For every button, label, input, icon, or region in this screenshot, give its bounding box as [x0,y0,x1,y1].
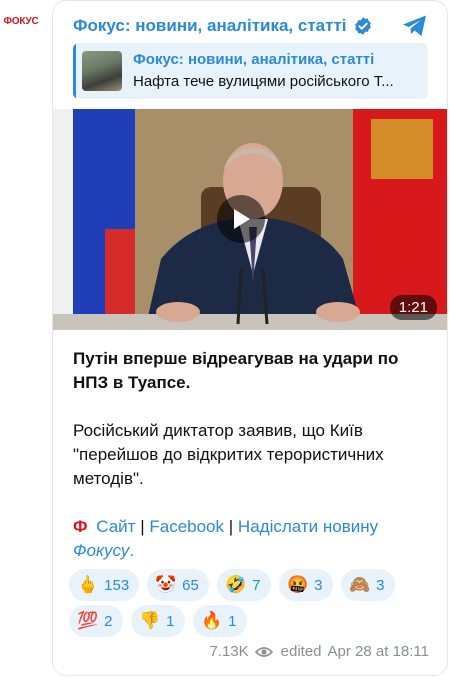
body-line: "перейшов до відкритих терористичних [73,445,384,464]
send-news-link[interactable]: Надіслати новину [238,517,378,536]
link-separator: | [228,517,234,536]
message-meta: 7.13K edited Apr 28 at 18:11 [209,643,429,660]
reply-title: Фокус: новини, аналітика, статті [133,51,375,68]
avatar-logo-text: ФОКУС [3,15,39,27]
reaction-chip[interactable]: 🤬 3 [279,569,333,601]
reply-text: Нафта тече вулицями російського Т... [133,73,394,90]
edited-label: edited [280,643,322,660]
hundred-points-emoji-icon: 💯 [77,610,99,631]
headline-line: Путін вперше відреагував на удари по [73,349,399,368]
share-icon[interactable] [401,13,429,39]
play-button[interactable] [217,195,265,243]
body-line: методів". [73,469,144,488]
thumbs-down-emoji-icon: 👎 [139,610,161,631]
rofl-emoji-icon: 🤣 [225,574,247,595]
view-count: 7.13K [209,643,249,660]
fokus-logo-icon: Ф [73,517,88,536]
reaction-count: 153 [104,576,130,594]
post-body: Російський диктатор заявив, що Київ "пер… [73,419,433,491]
play-icon [234,209,250,229]
reply-preview[interactable]: Фокус: новини, аналітика, статті Нафта т… [73,43,428,99]
reaction-chip[interactable]: 👎 1 [131,605,185,637]
reaction-count: 1 [228,612,237,630]
message-timestamp: Apr 28 at 18:11 [327,643,429,660]
reaction-chip[interactable]: 🤡 65 [147,569,209,601]
reaction-count: 65 [182,576,199,594]
verified-icon [354,17,371,35]
reaction-count: 2 [104,612,113,630]
reply-accent-bar [73,43,76,99]
video-thumbnail[interactable]: 1:21 [53,109,447,330]
see-no-evil-monkey-emoji-icon: 🙈 [349,574,371,595]
link-separator: | [140,517,145,536]
reaction-count: 3 [314,576,323,594]
facebook-link[interactable]: Facebook [149,517,224,536]
reaction-chip[interactable]: 🔥 1 [193,605,247,637]
trailing-dot: . [129,541,135,560]
middle-finger-emoji-icon: 🖕 [77,574,99,595]
send-news-link-continued[interactable]: Фокусу [73,541,129,560]
reaction-chip[interactable]: 🖕 153 [69,569,140,601]
reaction-count: 3 [376,576,385,594]
post-headline: Путін вперше відреагував на удари по НПЗ… [73,347,433,395]
eye-icon [254,646,273,657]
reaction-chip[interactable]: 🙈 3 [341,569,395,601]
clown-emoji-icon: 🤡 [155,574,177,595]
video-duration: 1:21 [389,295,437,320]
reaction-chip[interactable]: 🤣 7 [217,569,271,601]
reply-thumbnail [82,51,122,91]
cursing-face-emoji-icon: 🤬 [287,574,309,595]
message-header: Фокус: новини, аналітика, статті [73,13,435,39]
fire-emoji-icon: 🔥 [201,610,223,631]
body-line: Російський диктатор заявив, що Київ [73,421,363,440]
channel-avatar[interactable]: ФОКУС [0,0,42,42]
site-link[interactable]: Сайт [96,517,135,536]
message-bubble: Фокус: новини, аналітика, статті Фокус: … [52,0,448,676]
channel-name[interactable]: Фокус: новини, аналітика, статті [73,16,347,36]
reaction-count: 7 [252,576,261,594]
reaction-chip[interactable]: 💯 2 [69,605,123,637]
reaction-count: 1 [166,612,175,630]
post-links: Ф Сайт | Facebook | Надіслати новину Фок… [73,515,433,563]
headline-line: НПЗ в Туапсе. [73,373,191,392]
